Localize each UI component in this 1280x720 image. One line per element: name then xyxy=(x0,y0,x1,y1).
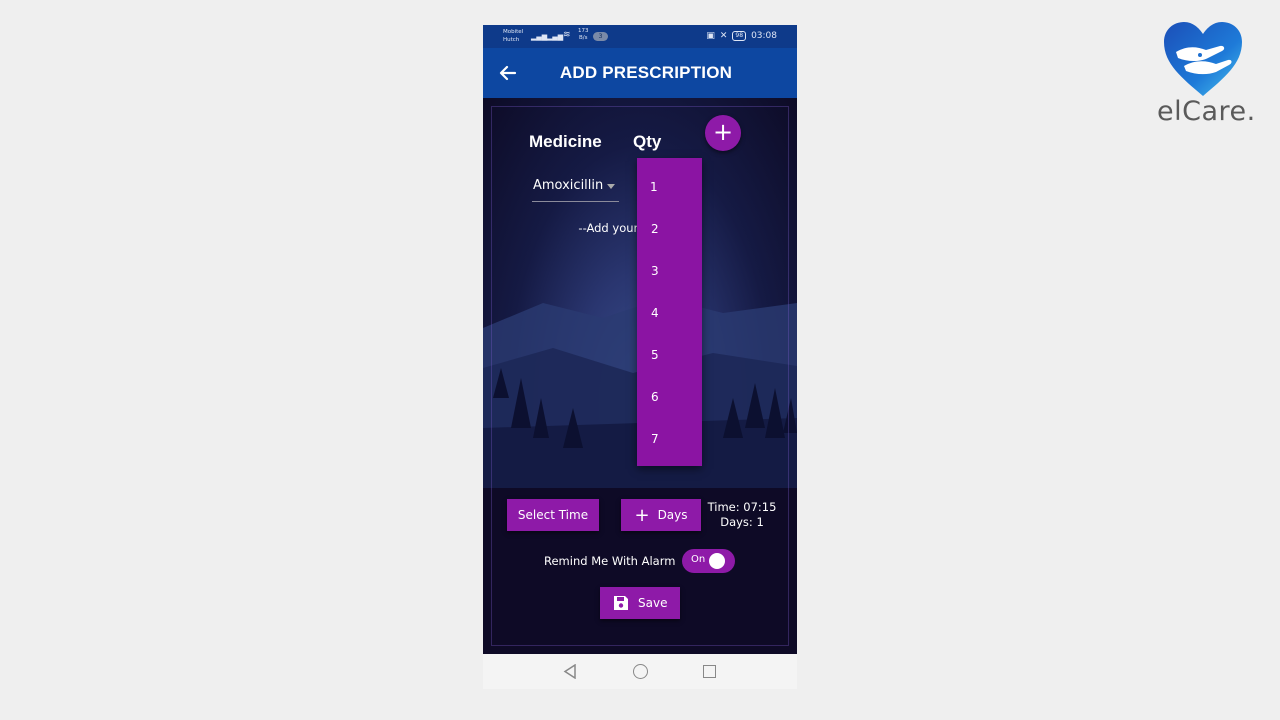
qty-option[interactable]: 5 xyxy=(651,348,659,362)
nav-recents-icon[interactable] xyxy=(703,665,716,678)
mute-icon: ✕ xyxy=(719,31,728,41)
remind-alarm-label: Remind Me With Alarm xyxy=(544,554,676,568)
notification-badge: 3 xyxy=(593,32,608,41)
carrier-label: Mobitel Hutch xyxy=(503,29,524,43)
medicine-column-header: Medicine xyxy=(529,132,602,151)
remind-alarm-toggle[interactable]: On xyxy=(682,549,735,573)
qty-column-header: Qty xyxy=(633,132,662,151)
signal-icon: ▂▄▆ xyxy=(547,33,564,41)
plus-icon: + xyxy=(712,118,734,146)
network-speed: 173 B/s xyxy=(578,28,589,41)
medicine-select[interactable]: Amoxicillin xyxy=(532,174,619,202)
plus-icon: + xyxy=(634,505,650,526)
wifi-icon: ≋ xyxy=(563,30,571,40)
qty-option[interactable]: 1 xyxy=(650,180,658,194)
brand-name: elCare. xyxy=(1157,96,1256,127)
time-value: Time: 07:15 xyxy=(707,500,777,514)
add-days-button[interactable]: + Days xyxy=(621,499,701,531)
status-right: ▣ ✕ 98 03:08 xyxy=(706,31,777,41)
days-value: Days: 1 xyxy=(720,515,764,529)
toggle-knob xyxy=(709,553,725,569)
chevron-down-icon xyxy=(607,184,615,189)
toggle-state-label: On xyxy=(691,554,706,565)
floppy-disk-icon xyxy=(614,596,628,610)
system-nav-bar xyxy=(483,654,797,689)
qty-option[interactable]: 7 xyxy=(651,432,659,446)
clock: 03:08 xyxy=(751,31,777,41)
elcare-logo: elCare. xyxy=(1150,20,1260,130)
form-area: Medicine Qty + Amoxicillin --Add your Me… xyxy=(483,98,797,654)
select-time-button[interactable]: Select Time xyxy=(507,499,599,531)
qty-option[interactable]: 4 xyxy=(651,306,659,320)
qty-option[interactable]: 2 xyxy=(651,222,659,236)
page-title: ADD PRESCRIPTION xyxy=(559,63,733,82)
save-button[interactable]: Save xyxy=(600,587,680,619)
nfc-icon: ▣ xyxy=(706,31,715,41)
nav-back-icon[interactable] xyxy=(563,664,577,679)
status-bar: Mobitel Hutch ▂▄▆ ▂▄▆ ≋ 173 B/s 3 ▣ ✕ 98… xyxy=(483,25,797,48)
qty-dropdown-menu: 1 2 3 4 5 6 7 xyxy=(637,158,702,466)
signal-icon: ▂▄▆ xyxy=(531,33,548,41)
battery-icon: 98 xyxy=(732,31,747,41)
phone-screen: Mobitel Hutch ▂▄▆ ▂▄▆ ≋ 173 B/s 3 ▣ ✕ 98… xyxy=(483,25,797,689)
nav-home-icon[interactable] xyxy=(633,664,648,679)
schedule-summary: Time: 07:15 Days: 1 xyxy=(707,500,777,530)
qty-option[interactable]: 6 xyxy=(651,390,659,404)
app-bar: ADD PRESCRIPTION xyxy=(483,48,797,98)
qty-option[interactable]: 3 xyxy=(651,264,659,278)
add-medicine-button[interactable]: + xyxy=(705,115,741,151)
medicine-select-value: Amoxicillin xyxy=(533,178,604,193)
heart-hands-icon xyxy=(1164,22,1242,96)
